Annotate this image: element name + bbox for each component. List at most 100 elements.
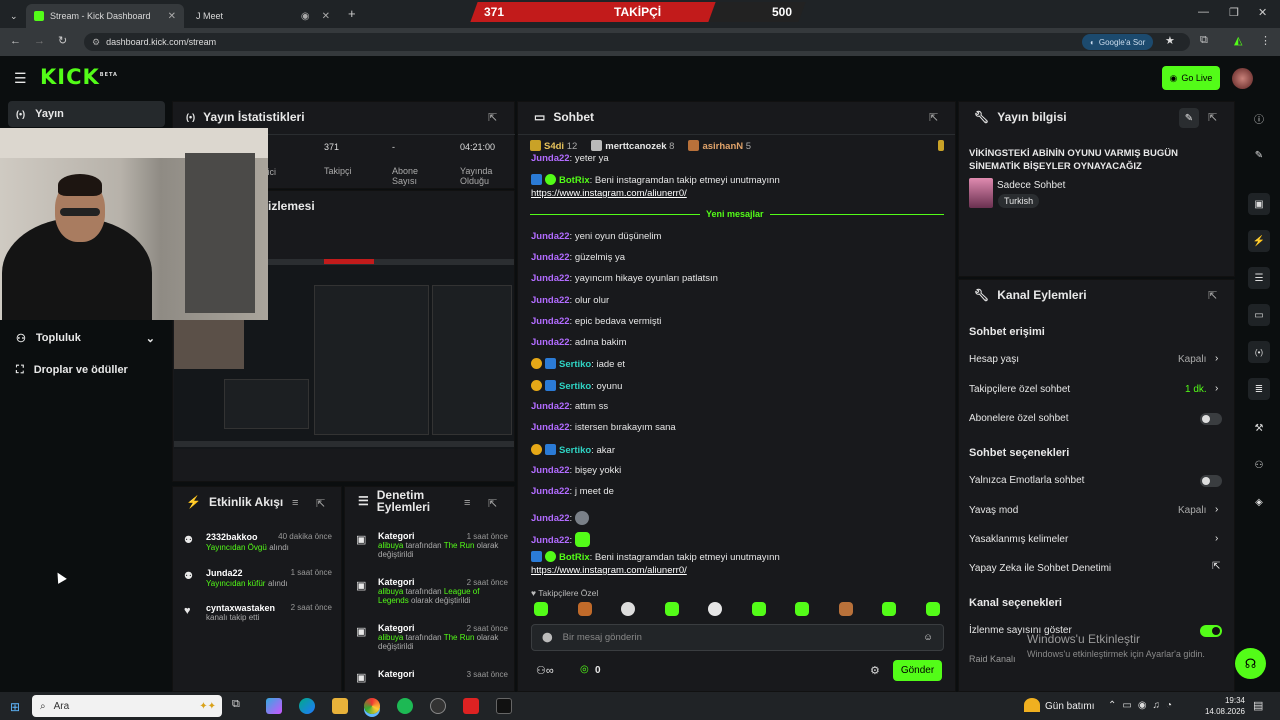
epic-games-icon[interactable] bbox=[496, 698, 512, 714]
hamburger-menu-icon[interactable]: ☰ bbox=[14, 70, 27, 87]
chat-link[interactable]: https://www.instagram.com/aliunerr0/ bbox=[531, 565, 687, 576]
forward-icon[interactable]: → bbox=[34, 35, 45, 47]
slow-mode-value[interactable]: Kapalı bbox=[1178, 505, 1206, 516]
subs-chat-toggle[interactable] bbox=[1200, 413, 1222, 425]
chat-link[interactable]: https://www.instagram.com/aliunerr0/ bbox=[531, 188, 687, 199]
close-tab-icon[interactable]: ✕ bbox=[168, 11, 176, 22]
banned-words-label[interactable]: Yasaklanmış kelimeler bbox=[969, 534, 1068, 545]
reload-icon[interactable]: ↻ bbox=[58, 34, 67, 47]
popout-icon[interactable]: ⇱ bbox=[488, 111, 497, 124]
sidebar-item-topluluk[interactable]: ⚇ Topluluk ⌄ bbox=[8, 325, 165, 351]
emote-icon[interactable] bbox=[534, 602, 548, 616]
chevron-right-icon[interactable]: › bbox=[1215, 383, 1218, 394]
chevron-right-icon[interactable]: › bbox=[1215, 353, 1218, 364]
filter-icon[interactable]: ≡ bbox=[464, 497, 470, 509]
popout-icon[interactable]: ⇱ bbox=[929, 111, 938, 124]
list-icon[interactable]: ☰ bbox=[1248, 267, 1270, 289]
top-chatter[interactable]: S4di 12 bbox=[530, 140, 577, 152]
top-chatter[interactable]: asirhanN 5 bbox=[688, 140, 751, 152]
filter-icon[interactable]: ≡ bbox=[292, 497, 298, 509]
tab-kick-dashboard[interactable]: Stream - Kick Dashboard ✕ bbox=[26, 4, 184, 28]
go-live-button[interactable]: ◉ Go Live bbox=[1162, 66, 1220, 90]
emote-icon[interactable] bbox=[665, 602, 679, 616]
wrench-icon[interactable]: ⚒ bbox=[1248, 417, 1270, 439]
extension-icon[interactable]: ◭ bbox=[1234, 34, 1242, 47]
support-headset-icon[interactable]: ☊ bbox=[1235, 648, 1266, 679]
emoji-icon[interactable]: ☺ bbox=[923, 632, 933, 643]
chat-settings-icon[interactable]: ⚙ bbox=[870, 664, 880, 677]
emote-icon[interactable] bbox=[926, 602, 940, 616]
popout-icon[interactable]: ⇱ bbox=[488, 497, 497, 510]
account-age-value[interactable]: Kapalı bbox=[1178, 354, 1206, 365]
windows-start-icon[interactable]: ⊞ bbox=[10, 700, 20, 714]
moderation-title: Denetim Eylemleri bbox=[376, 488, 431, 514]
extensions-icon[interactable]: ⧉ bbox=[1200, 34, 1208, 47]
emote-icon[interactable] bbox=[795, 602, 809, 616]
google-lens-button[interactable]: ◐ Google'a Sor bbox=[1082, 34, 1154, 50]
avatar[interactable] bbox=[1232, 68, 1253, 89]
file-explorer-icon[interactable] bbox=[332, 698, 348, 714]
minimize-button[interactable]: — bbox=[1198, 6, 1209, 18]
chrome-icon[interactable] bbox=[364, 698, 380, 714]
activity-time: 40 dakika önce bbox=[278, 532, 332, 541]
sidebar-item-yayin[interactable]: (•) Yayın bbox=[8, 101, 165, 127]
spotify-icon[interactable] bbox=[397, 698, 413, 714]
server-icon[interactable]: ≣ bbox=[1248, 378, 1270, 400]
lightning-icon[interactable]: ⚡ bbox=[1248, 230, 1270, 252]
followers-only-indicator: ♥ Takipçilere Özel bbox=[531, 588, 599, 598]
edit-icon[interactable]: ✎ bbox=[1179, 108, 1199, 128]
followers-chat-value[interactable]: 1 dk. bbox=[1185, 384, 1207, 395]
maximize-button[interactable]: ❐ bbox=[1229, 6, 1239, 19]
system-tray-icons[interactable]: ⌃▭◉♫◔ bbox=[1108, 700, 1178, 711]
site-info-icon[interactable]: ⚙ bbox=[92, 37, 100, 48]
chevron-right-icon[interactable]: › bbox=[1215, 533, 1218, 544]
weather-label[interactable]: Gün batımı bbox=[1045, 701, 1094, 712]
task-view-icon[interactable]: ⧉ bbox=[232, 698, 248, 714]
clock-time[interactable]: 19:34 bbox=[1205, 696, 1245, 705]
clock-date[interactable]: 14.08.2026 bbox=[1196, 707, 1245, 716]
kick-logo[interactable]: KICKBETA bbox=[40, 65, 118, 89]
bookmark-star-icon[interactable]: ★ bbox=[1165, 34, 1175, 47]
close-tab-icon[interactable]: ✕ bbox=[322, 11, 330, 22]
pen-icon[interactable]: ✎ bbox=[1248, 144, 1270, 166]
back-icon[interactable]: ← bbox=[10, 35, 21, 47]
show-viewers-toggle[interactable] bbox=[1200, 625, 1222, 637]
emote-icon[interactable] bbox=[578, 602, 592, 616]
new-tab-button[interactable]: + bbox=[348, 6, 356, 21]
taskbar-search[interactable]: ⌕ Ara ✦✦ bbox=[32, 695, 222, 717]
chevron-right-icon[interactable]: › bbox=[1215, 504, 1218, 515]
diamond-icon[interactable]: ◈ bbox=[1248, 491, 1270, 513]
users-icon[interactable]: ⚇ bbox=[1248, 454, 1270, 476]
external-link-icon[interactable]: ⇱ bbox=[1212, 561, 1220, 572]
emote-icon[interactable] bbox=[839, 602, 853, 616]
emote-icon[interactable] bbox=[752, 602, 766, 616]
send-button[interactable]: Gönder bbox=[893, 660, 942, 681]
obs-icon[interactable] bbox=[430, 698, 446, 714]
ai-mod-label[interactable]: Yapay Zeka ile Sohbet Denetimi bbox=[969, 563, 1111, 574]
info-icon[interactable]: ⓘ bbox=[1248, 107, 1270, 129]
notification-icon[interactable]: ▤ bbox=[1253, 699, 1263, 712]
chat-bubble-icon[interactable]: ▭ bbox=[1248, 304, 1270, 326]
browser-menu-icon[interactable]: ⋮ bbox=[1260, 34, 1271, 47]
emote-icon[interactable] bbox=[882, 602, 896, 616]
close-window-button[interactable]: ✕ bbox=[1258, 6, 1267, 19]
copilot-icon[interactable] bbox=[266, 698, 282, 714]
emote-icon[interactable] bbox=[621, 602, 635, 616]
chat-message: Junda22: olur olur bbox=[531, 295, 610, 306]
popout-icon[interactable]: ⇱ bbox=[1208, 289, 1217, 302]
sidebar-item-droplar[interactable]: ⛶ Droplar ve ödüller bbox=[8, 357, 165, 383]
popout-icon[interactable]: ⇱ bbox=[1208, 111, 1217, 124]
edge-icon[interactable] bbox=[299, 698, 315, 714]
emote-icon[interactable] bbox=[708, 602, 722, 616]
popout-icon[interactable]: ⇱ bbox=[316, 497, 325, 510]
tab-jmeet[interactable]: J Meet ◉ ✕ bbox=[188, 4, 338, 28]
top-chatter[interactable]: merttcanozek 8 bbox=[591, 140, 674, 152]
emote-only-toggle[interactable] bbox=[1200, 475, 1222, 487]
chat-input[interactable]: ⬤ Bir mesaj gönderin ☺ bbox=[531, 624, 944, 651]
address-bar[interactable]: ⚙ dashboard.kick.com/stream bbox=[84, 33, 1190, 51]
new-messages-label: Yeni mesajlar bbox=[700, 209, 770, 219]
video-icon[interactable]: ▣ bbox=[1248, 193, 1270, 215]
broadcast-icon[interactable]: (•) bbox=[1248, 341, 1270, 363]
app-icon[interactable] bbox=[463, 698, 479, 714]
tab-search-icon[interactable]: ⌄ bbox=[2, 4, 22, 28]
